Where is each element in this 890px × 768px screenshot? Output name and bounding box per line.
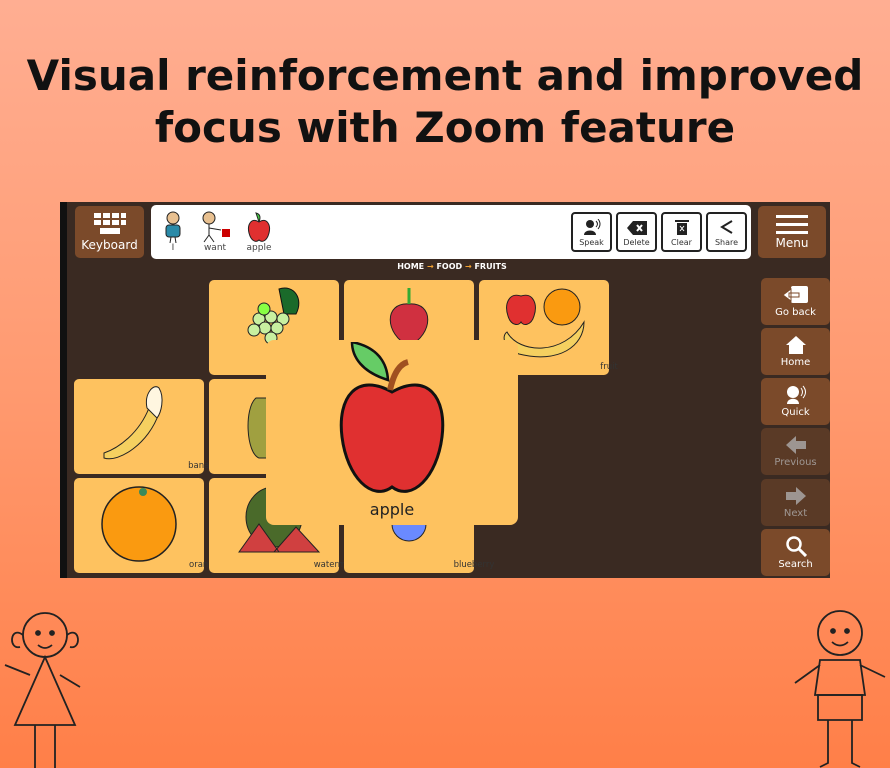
strawberry-icon xyxy=(389,288,429,346)
headline: Visual reinforcement and improved focus … xyxy=(0,50,890,154)
breadcrumb-food[interactable]: FOOD xyxy=(436,262,462,271)
search-icon xyxy=(785,536,807,557)
zoomed-label: apple xyxy=(369,500,415,519)
clear-button[interactable]: Clear xyxy=(661,212,702,252)
sentence-word[interactable]: apple xyxy=(241,209,277,253)
sentence-word[interactable]: want xyxy=(197,209,233,253)
trash-icon xyxy=(674,220,689,235)
arrow-right-icon xyxy=(785,487,806,505)
person-icon xyxy=(165,211,181,243)
share-icon xyxy=(719,220,733,234)
quick-button[interactable]: Quick xyxy=(761,378,830,425)
keyboard-icon xyxy=(93,213,126,234)
go-back-icon xyxy=(782,286,808,303)
breadcrumb: HOME → FOOD → FRUITS xyxy=(397,262,507,271)
sentence-word[interactable]: I xyxy=(155,209,191,253)
home-button[interactable]: Home xyxy=(761,328,830,375)
search-button[interactable]: Search xyxy=(761,529,830,576)
aac-app-panel: Keyboard I want apple Speak Delete Clear… xyxy=(60,202,830,578)
want-icon xyxy=(202,211,230,243)
next-button[interactable]: Next xyxy=(761,479,830,526)
keyboard-label: Keyboard xyxy=(81,238,138,252)
keyboard-button[interactable]: Keyboard xyxy=(75,206,144,258)
zoomed-tile-apple[interactable]: apple xyxy=(266,340,518,525)
apple-icon xyxy=(339,340,445,493)
previous-button[interactable]: Previous xyxy=(761,428,830,475)
sentence-bar[interactable]: I want apple Speak Delete Clear Share xyxy=(151,205,751,259)
share-button[interactable]: Share xyxy=(706,212,747,252)
backspace-icon xyxy=(626,221,647,235)
delete-button[interactable]: Delete xyxy=(616,212,657,252)
tile-orange[interactable]: orange xyxy=(74,478,219,573)
grapes-icon xyxy=(247,287,300,345)
orange-icon xyxy=(101,486,177,562)
girl-doodle-icon xyxy=(4,612,81,768)
speak-icon xyxy=(583,219,600,235)
go-back-button[interactable]: Go back xyxy=(761,278,830,325)
banana-icon xyxy=(103,386,163,460)
arrow-left-icon xyxy=(785,436,806,454)
home-icon xyxy=(785,336,806,354)
tile-banana[interactable]: banana xyxy=(74,379,220,474)
menu-icon xyxy=(776,215,808,234)
menu-label: Menu xyxy=(775,236,809,250)
headline-line-1: Visual reinforcement and improved xyxy=(26,51,864,100)
headline-line-2: focus with Zoom feature xyxy=(154,103,736,152)
speak-button[interactable]: Speak xyxy=(571,212,612,252)
breadcrumb-home[interactable]: HOME xyxy=(397,262,424,271)
boy-doodle-icon xyxy=(794,610,886,768)
apple-icon xyxy=(248,212,270,242)
menu-button[interactable]: Menu xyxy=(758,206,826,258)
quick-icon xyxy=(786,385,806,404)
breadcrumb-fruits[interactable]: FRUITS xyxy=(474,262,506,271)
